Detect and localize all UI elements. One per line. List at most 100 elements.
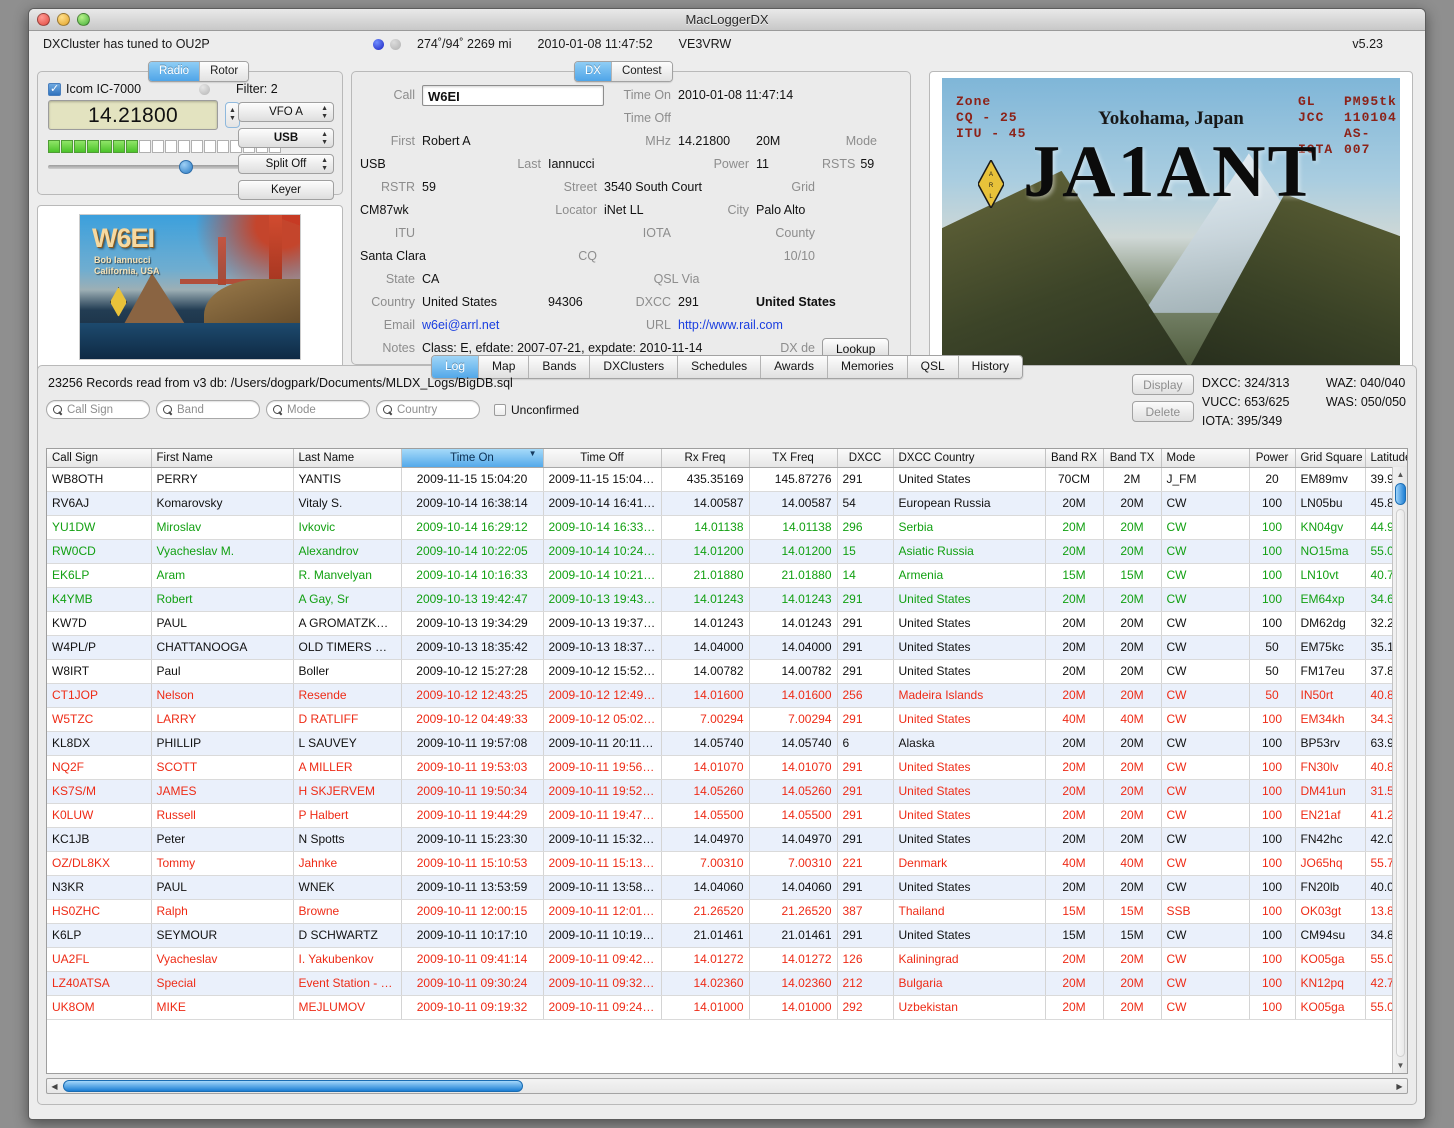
- tab-dxclusters[interactable]: DXClusters: [590, 356, 678, 378]
- frequency-display[interactable]: 14.21800: [48, 100, 218, 130]
- mode-select[interactable]: USB ▲▼: [238, 128, 334, 148]
- table-row[interactable]: K6LPSEYMOURD SCHWARTZ2009-10-11 10:17:10…: [47, 923, 1408, 947]
- scroll-left-icon[interactable]: ◀: [49, 1081, 60, 1092]
- table-row[interactable]: EK6LPAramR. Manvelyan2009-10-14 10:16:33…: [47, 563, 1408, 587]
- scroll-right-icon[interactable]: ▶: [1394, 1081, 1405, 1092]
- stepper-down-icon[interactable]: ▼: [229, 115, 236, 123]
- slider-knob[interactable]: [179, 160, 193, 174]
- zoom-icon[interactable]: [77, 13, 90, 26]
- tab-history[interactable]: History: [959, 356, 1022, 378]
- qsl-left-name: Bob Iannucci: [94, 255, 160, 266]
- tab-rotor[interactable]: Rotor: [200, 62, 248, 81]
- tab-qsl[interactable]: QSL: [908, 356, 959, 378]
- stepper-up-icon[interactable]: ▲: [229, 107, 236, 115]
- split-select[interactable]: Split Off ▲▼: [238, 154, 334, 174]
- table-row[interactable]: OZ/DL8KXTommyJahnke2009-10-11 15:10:5320…: [47, 851, 1408, 875]
- table-row[interactable]: N3KRPAULWNEK2009-10-11 13:53:592009-10-1…: [47, 875, 1408, 899]
- tab-contest[interactable]: Contest: [612, 62, 672, 81]
- col-last-name[interactable]: Last Name: [293, 449, 401, 467]
- tab-awards[interactable]: Awards: [761, 356, 828, 378]
- col-tx-freq[interactable]: TX Freq: [749, 449, 837, 467]
- col-dxcc-country[interactable]: DXCC Country: [893, 449, 1045, 467]
- table-row[interactable]: W4PL/PCHATTANOOGAOLD TIMERS …2009-10-13 …: [47, 635, 1408, 659]
- vertical-scroll-track[interactable]: [1396, 509, 1405, 1057]
- window-controls[interactable]: [37, 13, 90, 26]
- dx-contest-tabs[interactable]: DX Contest: [574, 61, 673, 82]
- tab-log[interactable]: Log: [432, 356, 479, 378]
- table-row[interactable]: NQ2FSCOTTA MILLER2009-10-11 19:53:032009…: [47, 755, 1408, 779]
- cell-power: 100: [1249, 827, 1295, 851]
- minimize-icon[interactable]: [57, 13, 70, 26]
- table-row[interactable]: CT1JOPNelsonResende2009-10-12 12:43:2520…: [47, 683, 1408, 707]
- search-mode[interactable]: Mode: [266, 400, 370, 419]
- radio-enable-checkbox[interactable]: [48, 83, 61, 96]
- cell-time-off: 2009-10-11 19:52:54: [543, 779, 661, 803]
- tab-radio[interactable]: Radio: [149, 62, 200, 81]
- call-input-wrap[interactable]: W6EI: [422, 85, 604, 106]
- table-row[interactable]: W5TZCLARRYD RATLIFF2009-10-12 04:49:3320…: [47, 707, 1408, 731]
- table-row[interactable]: UK8OMMIKEMEJLUMOV2009-10-11 09:19:322009…: [47, 995, 1408, 1019]
- tab-dx[interactable]: DX: [575, 62, 612, 81]
- table-row[interactable]: KC1JBPeterN Spotts2009-10-11 15:23:30200…: [47, 827, 1408, 851]
- cell-time-on: 2009-10-13 19:34:29: [401, 611, 543, 635]
- col-mode[interactable]: Mode: [1161, 449, 1249, 467]
- value-url-link[interactable]: http://www.rail.com: [678, 314, 884, 337]
- table-row[interactable]: RW0CDVyacheslav M.Alexandrov2009-10-14 1…: [47, 539, 1408, 563]
- col-dxcc[interactable]: DXCC: [837, 449, 893, 467]
- col-latitude[interactable]: Latitude: [1365, 449, 1408, 467]
- table-row[interactable]: UA2FLVyacheslavI. Yakubenkov2009-10-11 0…: [47, 947, 1408, 971]
- qsl-card-left[interactable]: W6EI Bob Iannucci California, USA W6EI –…: [37, 205, 343, 391]
- close-icon[interactable]: [37, 13, 50, 26]
- tab-schedules[interactable]: Schedules: [678, 356, 761, 378]
- vertical-scrollbar[interactable]: ▲ ▼: [1392, 467, 1407, 1073]
- unconfirmed-checkbox[interactable]: [494, 404, 506, 416]
- scroll-up-icon[interactable]: ▲: [1396, 470, 1405, 479]
- table-row[interactable]: KW7DPAULA GROMATZK…2009-10-13 19:34:2920…: [47, 611, 1408, 635]
- table-row[interactable]: YU1DWMiroslavIvkovic2009-10-14 16:29:122…: [47, 515, 1408, 539]
- keyer-button[interactable]: Keyer: [238, 180, 334, 200]
- scroll-down-icon[interactable]: ▼: [1396, 1061, 1405, 1070]
- col-time-off[interactable]: Time Off: [543, 449, 661, 467]
- table-row[interactable]: RV6AJKomarovskyVitaly S.2009-10-14 16:38…: [47, 491, 1408, 515]
- smeter-segment: [113, 140, 125, 153]
- window-titlebar[interactable]: MacLoggerDX: [29, 9, 1425, 31]
- vfo-select[interactable]: VFO A ▲▼: [238, 102, 334, 122]
- cell-grid-square: BP53rv: [1295, 731, 1365, 755]
- delete-button[interactable]: Delete: [1132, 401, 1194, 422]
- search-country[interactable]: Country: [376, 400, 480, 419]
- col-band-tx[interactable]: Band TX: [1103, 449, 1161, 467]
- col-call-sign[interactable]: Call Sign: [47, 449, 151, 467]
- search-band[interactable]: Band: [156, 400, 260, 419]
- table-row[interactable]: LZ40ATSASpecialEvent Station - …2009-10-…: [47, 971, 1408, 995]
- col-rx-freq[interactable]: Rx Freq: [661, 449, 749, 467]
- display-button[interactable]: Display: [1132, 374, 1194, 395]
- value-email-link[interactable]: w6ei@arrl.net: [422, 314, 604, 337]
- table-row[interactable]: WB8OTHPERRYYANTIS2009-11-15 15:04:202009…: [47, 467, 1408, 491]
- search-call-sign[interactable]: Call Sign: [46, 400, 150, 419]
- radio-rotor-tabs[interactable]: Radio Rotor: [148, 61, 249, 82]
- table-row[interactable]: KL8DXPHILLIPL SAUVEY2009-10-11 19:57:082…: [47, 731, 1408, 755]
- table-row[interactable]: K4YMBRobertA Gay, Sr2009-10-13 19:42:472…: [47, 587, 1408, 611]
- log-table-container[interactable]: Call Sign First Name Last Name Time On T…: [46, 448, 1408, 1074]
- vertical-scroll-thumb[interactable]: [1395, 483, 1406, 505]
- cell-grid-square: FN42hc: [1295, 827, 1365, 851]
- horizontal-scrollbar[interactable]: ◀ ▶: [46, 1078, 1408, 1094]
- col-band-rx[interactable]: Band RX: [1045, 449, 1103, 467]
- smeter-segment: [87, 140, 99, 153]
- tab-map[interactable]: Map: [479, 356, 529, 378]
- qsl-card-right[interactable]: Zone CQ - 25 ITU - 45 GLPM95tk JCC110104…: [929, 71, 1413, 391]
- horizontal-scroll-thumb[interactable]: [63, 1080, 523, 1092]
- table-row[interactable]: KS7S/MJAMESH SKJERVEM2009-10-11 19:50:34…: [47, 779, 1408, 803]
- col-first-name[interactable]: First Name: [151, 449, 293, 467]
- col-power[interactable]: Power: [1249, 449, 1295, 467]
- unconfirmed-toggle[interactable]: Unconfirmed: [494, 403, 579, 417]
- log-tabs[interactable]: Log Map Bands DXClusters Schedules Award…: [431, 355, 1023, 379]
- table-row[interactable]: HS0ZHCRalphBrowne2009-10-11 12:00:152009…: [47, 899, 1408, 923]
- col-grid-square[interactable]: Grid Square: [1295, 449, 1365, 467]
- tab-memories[interactable]: Memories: [828, 356, 908, 378]
- table-row[interactable]: K0LUWRussellP Halbert2009-10-11 19:44:29…: [47, 803, 1408, 827]
- col-time-on[interactable]: Time On: [401, 449, 543, 467]
- call-input[interactable]: W6EI: [422, 85, 604, 106]
- tab-bands[interactable]: Bands: [529, 356, 590, 378]
- table-row[interactable]: W8IRTPaulBoller2009-10-12 15:27:282009-1…: [47, 659, 1408, 683]
